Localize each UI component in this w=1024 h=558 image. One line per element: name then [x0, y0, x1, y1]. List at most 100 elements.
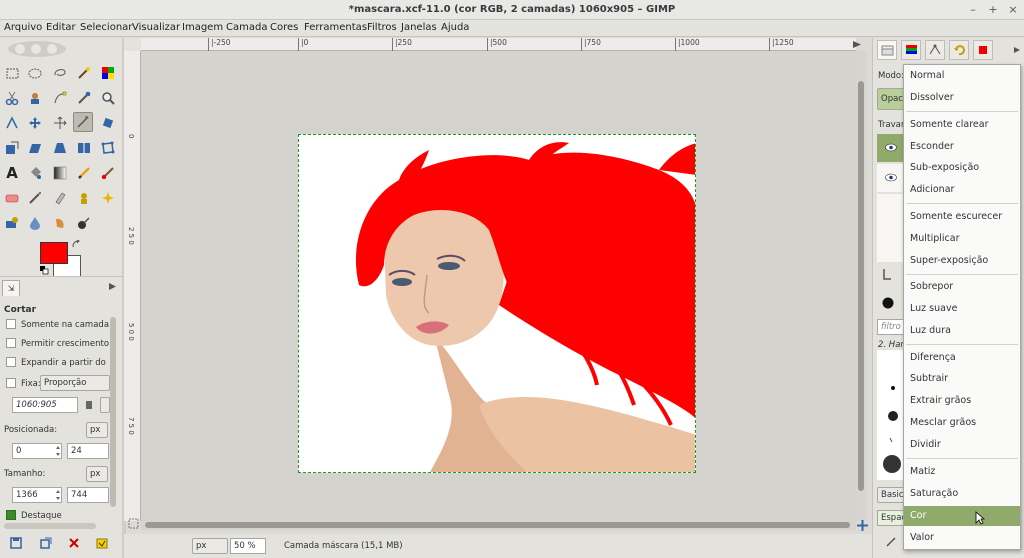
pencil-icon[interactable] [74, 163, 94, 183]
mode-luz-suave[interactable]: Luz suave [904, 299, 1020, 319]
mode-esconder[interactable]: Esconder [904, 137, 1020, 157]
foreground-color-swatch-front[interactable] [40, 242, 68, 264]
menu-editar[interactable]: Editar [46, 22, 76, 33]
eraser-icon[interactable] [2, 188, 22, 208]
heal-icon[interactable] [98, 188, 118, 208]
rect-select-icon[interactable] [2, 63, 22, 83]
mode-valor[interactable]: Valor [904, 528, 1020, 548]
clone-icon[interactable] [74, 188, 94, 208]
mode-saturacao[interactable]: Saturação [904, 484, 1020, 504]
canvas-hscroll-thumb[interactable] [145, 522, 850, 528]
color-picker-icon[interactable] [74, 88, 94, 108]
default-colors-icon[interactable] [40, 266, 49, 275]
visibility-eye-icon[interactable] [885, 173, 897, 182]
zoom-input[interactable]: 50 % [230, 538, 266, 554]
rotate-icon[interactable] [98, 113, 118, 133]
blend-icon[interactable] [50, 163, 70, 183]
panel-menu-icon[interactable] [108, 282, 117, 291]
options-vscrollbar[interactable] [110, 317, 116, 507]
mode-normal[interactable]: Normal [904, 66, 1020, 86]
menu-camada[interactable]: Camada [226, 22, 267, 33]
paths-icon[interactable] [50, 88, 70, 108]
mode-sub-exposicao[interactable]: Sub-exposição [904, 158, 1020, 178]
blur-icon[interactable] [25, 213, 45, 233]
options-hscrollbar[interactable] [4, 523, 96, 529]
visibility-eye-icon[interactable] [885, 143, 897, 152]
delete-options-icon[interactable] [68, 537, 80, 549]
canvas-vscroll-thumb[interactable] [858, 81, 864, 491]
mode-adicionar[interactable]: Adicionar [904, 180, 1020, 200]
maximize-button[interactable]: + [986, 3, 1000, 16]
swap-colors-icon[interactable] [72, 240, 81, 249]
menu-visualizar[interactable]: Visualizar [132, 22, 180, 33]
image-canvas[interactable] [298, 134, 696, 473]
colors-tab-icon[interactable] [973, 40, 993, 60]
mode-mesclar-graos[interactable]: Mesclar grãos [904, 413, 1020, 433]
save-options-icon[interactable] [10, 537, 22, 549]
fixed-mode-select[interactable]: Proporção [40, 375, 110, 391]
only-current-layer-checkbox[interactable] [6, 319, 16, 329]
position-unit-select[interactable]: px [86, 422, 108, 438]
position-y-input[interactable]: 24 [67, 443, 109, 459]
smudge-icon[interactable] [50, 213, 70, 233]
mode-subtrair[interactable]: Subtrair [904, 369, 1020, 389]
horizontal-ruler[interactable]: |-250 |0 |250 |500 |750 |1000 |1250 [141, 38, 856, 51]
position-x-spinner-icon[interactable] [55, 445, 61, 457]
mode-somente-clarear[interactable]: Somente clarear [904, 115, 1020, 135]
ink-icon[interactable] [50, 188, 70, 208]
canvas-vscrollbar[interactable] [856, 51, 866, 521]
menu-imagem[interactable]: Imagem [182, 22, 223, 33]
close-button[interactable]: × [1006, 3, 1020, 16]
zoom-corner-icon[interactable] [128, 518, 139, 529]
expand-from-center-checkbox[interactable] [6, 357, 16, 367]
menu-ajuda[interactable]: Ajuda [441, 22, 469, 33]
size-w-spinner-icon[interactable] [55, 489, 61, 501]
highlight-checkbox[interactable] [6, 510, 16, 520]
portrait-icon[interactable] [84, 400, 94, 410]
mode-multiplicar[interactable]: Multiplicar [904, 229, 1020, 249]
menu-selecionar[interactable]: Selecionar [80, 22, 132, 33]
new-layer-icon[interactable] [881, 268, 893, 280]
fixed-checkbox[interactable] [6, 378, 16, 388]
measure-icon[interactable] [2, 113, 22, 133]
lasso-select-icon[interactable] [50, 63, 70, 83]
mode-dividir[interactable]: Dividir [904, 435, 1020, 455]
airbrush-icon[interactable] [25, 188, 45, 208]
mode-matiz[interactable]: Matiz [904, 462, 1020, 482]
cage-transform-icon[interactable] [98, 138, 118, 158]
menu-filtros[interactable]: Filtros [367, 22, 397, 33]
mode-luz-dura[interactable]: Luz dura [904, 321, 1020, 341]
paintbrush-icon[interactable] [98, 163, 118, 183]
mode-cor[interactable]: Cor [904, 506, 1020, 526]
fuzzy-select-icon[interactable] [74, 63, 94, 83]
brush-preview-icon[interactable] [881, 296, 895, 310]
allow-growing-checkbox[interactable] [6, 338, 16, 348]
bucket-fill-icon[interactable] [25, 163, 45, 183]
scale-icon[interactable] [2, 138, 22, 158]
reset-options-icon[interactable] [96, 537, 108, 549]
text-icon[interactable]: A [2, 163, 22, 183]
mode-dissolver[interactable]: Dissolver [904, 88, 1020, 108]
scissors-icon[interactable] [2, 88, 22, 108]
quickmask-corner[interactable] [124, 38, 141, 51]
landscape-button[interactable] [100, 397, 110, 413]
menu-cores[interactable]: Cores [270, 22, 298, 33]
perspective-clone-icon[interactable] [2, 213, 22, 233]
size-unit-select[interactable]: px [86, 466, 108, 482]
mode-diferenca[interactable]: Diferença [904, 348, 1020, 368]
navigate-cross-icon[interactable] [857, 520, 868, 531]
align-icon[interactable] [50, 113, 70, 133]
unit-select[interactable]: px [192, 538, 228, 554]
color-select-icon[interactable] [98, 63, 118, 83]
paths-tab-icon[interactable] [925, 40, 945, 60]
foreground-select-icon[interactable] [25, 88, 45, 108]
size-h-input[interactable]: 744 [67, 487, 109, 503]
shear-icon[interactable] [25, 138, 45, 158]
mode-super-exposicao[interactable]: Super-exposição [904, 251, 1020, 271]
layers-tab-icon[interactable] [877, 40, 897, 60]
restore-options-icon[interactable] [40, 537, 52, 549]
menu-ferramentas[interactable]: Ferramentas [304, 22, 367, 33]
edit-brush-icon[interactable] [885, 536, 897, 548]
menu-arquivo[interactable]: Arquivo [4, 22, 42, 33]
move-icon[interactable] [25, 113, 45, 133]
